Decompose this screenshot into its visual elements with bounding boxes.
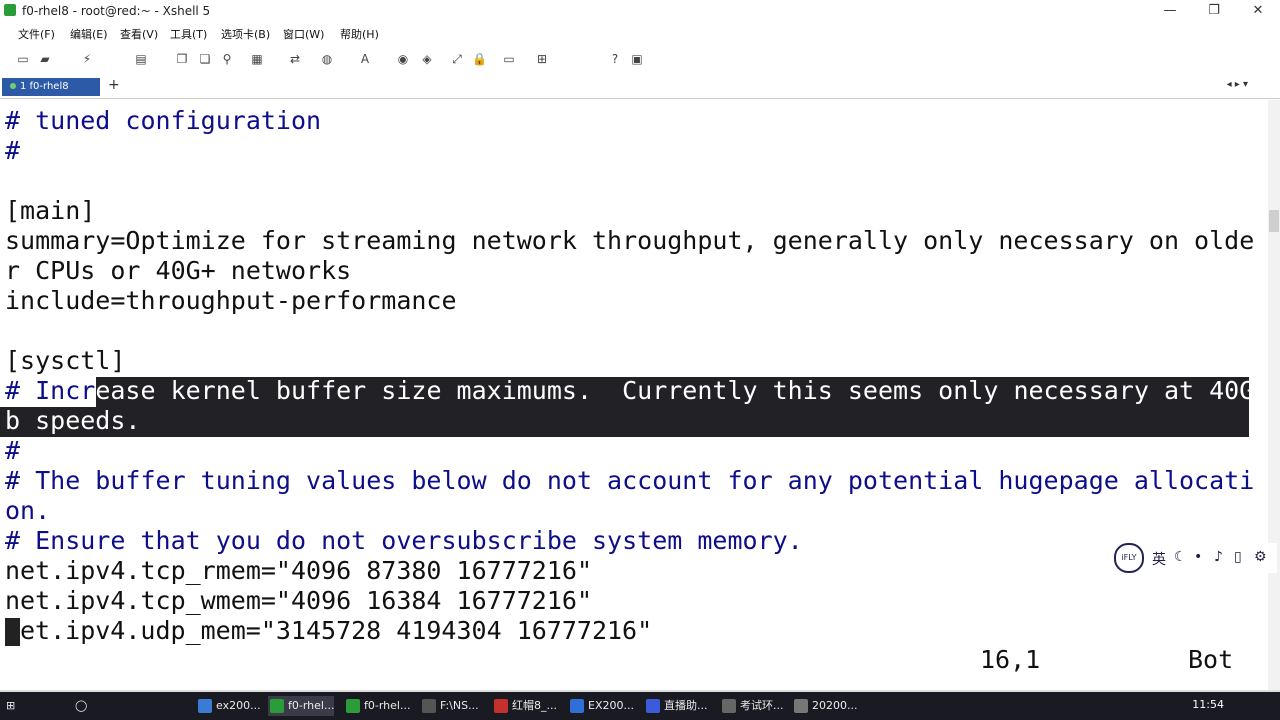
taskbar-label: f0-rhel...	[364, 699, 411, 712]
ime-lang-toggle[interactable]: 英	[1152, 549, 1166, 569]
taskbar-item[interactable]: EX200...	[568, 696, 634, 716]
menu-tabs[interactable]: 选项卡(B)	[221, 26, 270, 42]
xftp-icon[interactable]: ◈	[420, 52, 434, 66]
close-button[interactable]: ✕	[1238, 0, 1278, 22]
taskbar-label: EX200...	[588, 699, 634, 712]
properties-icon[interactable]: ▤	[134, 52, 148, 66]
taskview-icon[interactable]: ◯	[75, 696, 87, 716]
tab-nav-buttons[interactable]: ◂ ▸ ▾	[1227, 79, 1248, 90]
taskbar-label: 20200...	[812, 699, 858, 712]
settings-icon[interactable]: ⚙	[1254, 549, 1267, 565]
selection-highlight	[0, 407, 1249, 437]
print-icon[interactable]: ▦	[250, 52, 264, 66]
paste-icon[interactable]: ❏	[198, 52, 212, 66]
start-button[interactable]: ⊞	[6, 696, 15, 716]
terminal-line: summary=Optimize for streaming network t…	[5, 226, 1255, 255]
selection-text: ease kernel buffer size maximums. Curren…	[95, 376, 1255, 405]
text-cursor	[5, 618, 20, 646]
terminal-line: # The buffer tuning values below do not …	[5, 466, 1255, 495]
terminal-area[interactable]: # tuned configuration # [main] summary=O…	[0, 100, 1268, 690]
open-folder-icon[interactable]: ▰	[38, 52, 52, 66]
terminal-line: et.ipv4.udp_mem="3145728 4194304 1677721…	[20, 616, 653, 645]
terminal-line-selected: # Increase kernel buffer size maximums. …	[5, 376, 1254, 406]
taskbar-item[interactable]: 直播助...	[644, 696, 708, 716]
help-icon[interactable]: ?	[608, 52, 622, 66]
punctuation-icon[interactable]: •	[1194, 549, 1202, 565]
find-icon[interactable]: ⚲	[220, 52, 234, 66]
taskbar-label: 直播助...	[664, 699, 708, 712]
maximize-button[interactable]: ❐	[1194, 0, 1234, 22]
taskbar-item[interactable]: F:\NS...	[420, 696, 479, 716]
menu-window[interactable]: 窗口(W)	[283, 26, 324, 42]
terminal-line: [main]	[5, 196, 96, 225]
selection-prefix: # Incr	[5, 376, 96, 405]
terminal-line: # Ensure that you do not oversubscribe s…	[5, 526, 803, 555]
taskbar-label: F:\NS...	[440, 699, 479, 712]
scroll-indicator: Bot	[1188, 645, 1234, 674]
tab-label: 1 f0-rhel8	[20, 81, 69, 92]
vertical-scrollbar[interactable]	[1268, 100, 1280, 690]
add-icon[interactable]: ⊞	[535, 52, 549, 66]
ifly-logo-icon[interactable]: iFLY	[1114, 543, 1144, 573]
menu-tools[interactable]: 工具(T)	[170, 26, 207, 42]
keyboard-icon[interactable]: ▭	[502, 52, 516, 66]
taskbar-item[interactable]: ex200...	[196, 696, 261, 716]
taskbar-item[interactable]: 考试环...	[720, 696, 784, 716]
fullscreen-icon[interactable]: ⤢	[450, 52, 464, 66]
new-tab-button[interactable]: +	[108, 77, 120, 93]
menu-edit[interactable]: 编辑(E)	[70, 26, 108, 42]
terminal-line: #	[5, 436, 21, 465]
menu-file[interactable]: 文件(F)	[18, 26, 55, 42]
microphone-icon[interactable]: ♪	[1214, 549, 1223, 565]
taskbar-item[interactable]: f0-rhel...	[344, 696, 410, 716]
chat-icon[interactable]: ▣	[630, 52, 644, 66]
taskbar-label: 考试环...	[740, 699, 784, 712]
new-session-icon[interactable]: ▭	[16, 52, 30, 66]
taskbar-item[interactable]: 红帽8_...	[492, 696, 557, 716]
taskbar-label: ex200...	[216, 699, 261, 712]
xshell-icon	[4, 4, 16, 16]
transfer-icon[interactable]: ⇄	[288, 52, 302, 66]
terminal-line: [sysctl]	[5, 346, 126, 375]
taskbar-label: f0-rhel...	[288, 699, 335, 712]
copy-icon[interactable]: ❐	[175, 52, 189, 66]
taskbar-item[interactable]: 20200...	[792, 696, 857, 716]
menu-view[interactable]: 查看(V)	[120, 26, 158, 42]
globe-icon[interactable]: ◍	[320, 52, 334, 66]
cursor-position: 16,1	[980, 645, 1041, 674]
minimize-button[interactable]: —	[1150, 0, 1190, 22]
terminal-line-selected: b speeds.	[5, 406, 141, 435]
title-bar: f0-rhel8 - root@red:~ - Xshell 5 — ❐ ✕	[0, 0, 1280, 22]
tab-bar: 1 f0-rhel8 + ◂ ▸ ▾	[0, 76, 1280, 99]
toolbar: ▭ ▰ ⚡ ▤ ❐ ❏ ⚲ ▦ ⇄ ◍ A ◉ ◈ ⤢ 🔒 ▭ ⊞ ? ▣	[0, 44, 1280, 74]
terminal-line: r CPUs or 40G+ networks	[5, 256, 352, 285]
keyboard-icon[interactable]: ▯	[1234, 549, 1242, 565]
terminal-line: #	[5, 136, 21, 165]
windows-taskbar: ⊞ ◯ ex200... f0-rhel... f0-rhel... F:\NS…	[0, 692, 1280, 720]
terminal-line: net.ipv4.tcp_rmem="4096 87380 16777216"	[5, 556, 592, 585]
menu-bar: 文件(F) 编辑(E) 查看(V) 工具(T) 选项卡(B) 窗口(W) 帮助(…	[0, 22, 1280, 44]
taskbar-label: 红帽8_...	[512, 699, 557, 712]
clock[interactable]: 11:54	[1192, 698, 1224, 711]
scrollbar-thumb[interactable]	[1269, 210, 1279, 232]
menu-help[interactable]: 帮助(H)	[340, 26, 379, 42]
moon-icon[interactable]: ☾	[1174, 549, 1187, 565]
terminal-line: net.ipv4.tcp_wmem="4096 16384 16777216"	[5, 586, 592, 615]
tab-f0-rhel8[interactable]: 1 f0-rhel8	[2, 78, 100, 96]
lock-icon[interactable]: 🔒	[472, 52, 487, 66]
terminal-line: on.	[5, 496, 51, 525]
terminal-line: # tuned configuration	[5, 106, 322, 135]
terminal-line: include=throughput-performance	[5, 286, 457, 315]
script-icon[interactable]: ◉	[396, 52, 410, 66]
font-icon[interactable]: A	[358, 52, 372, 66]
disconnect-icon[interactable]: ⚡	[80, 52, 94, 66]
connected-icon	[10, 83, 16, 89]
window-title: f0-rhel8 - root@red:~ - Xshell 5	[22, 4, 211, 18]
ime-toolbar: iFLY 英 ☾ • ♪ ▯ ⚙	[1112, 543, 1277, 573]
taskbar-item[interactable]: f0-rhel...	[268, 696, 335, 716]
